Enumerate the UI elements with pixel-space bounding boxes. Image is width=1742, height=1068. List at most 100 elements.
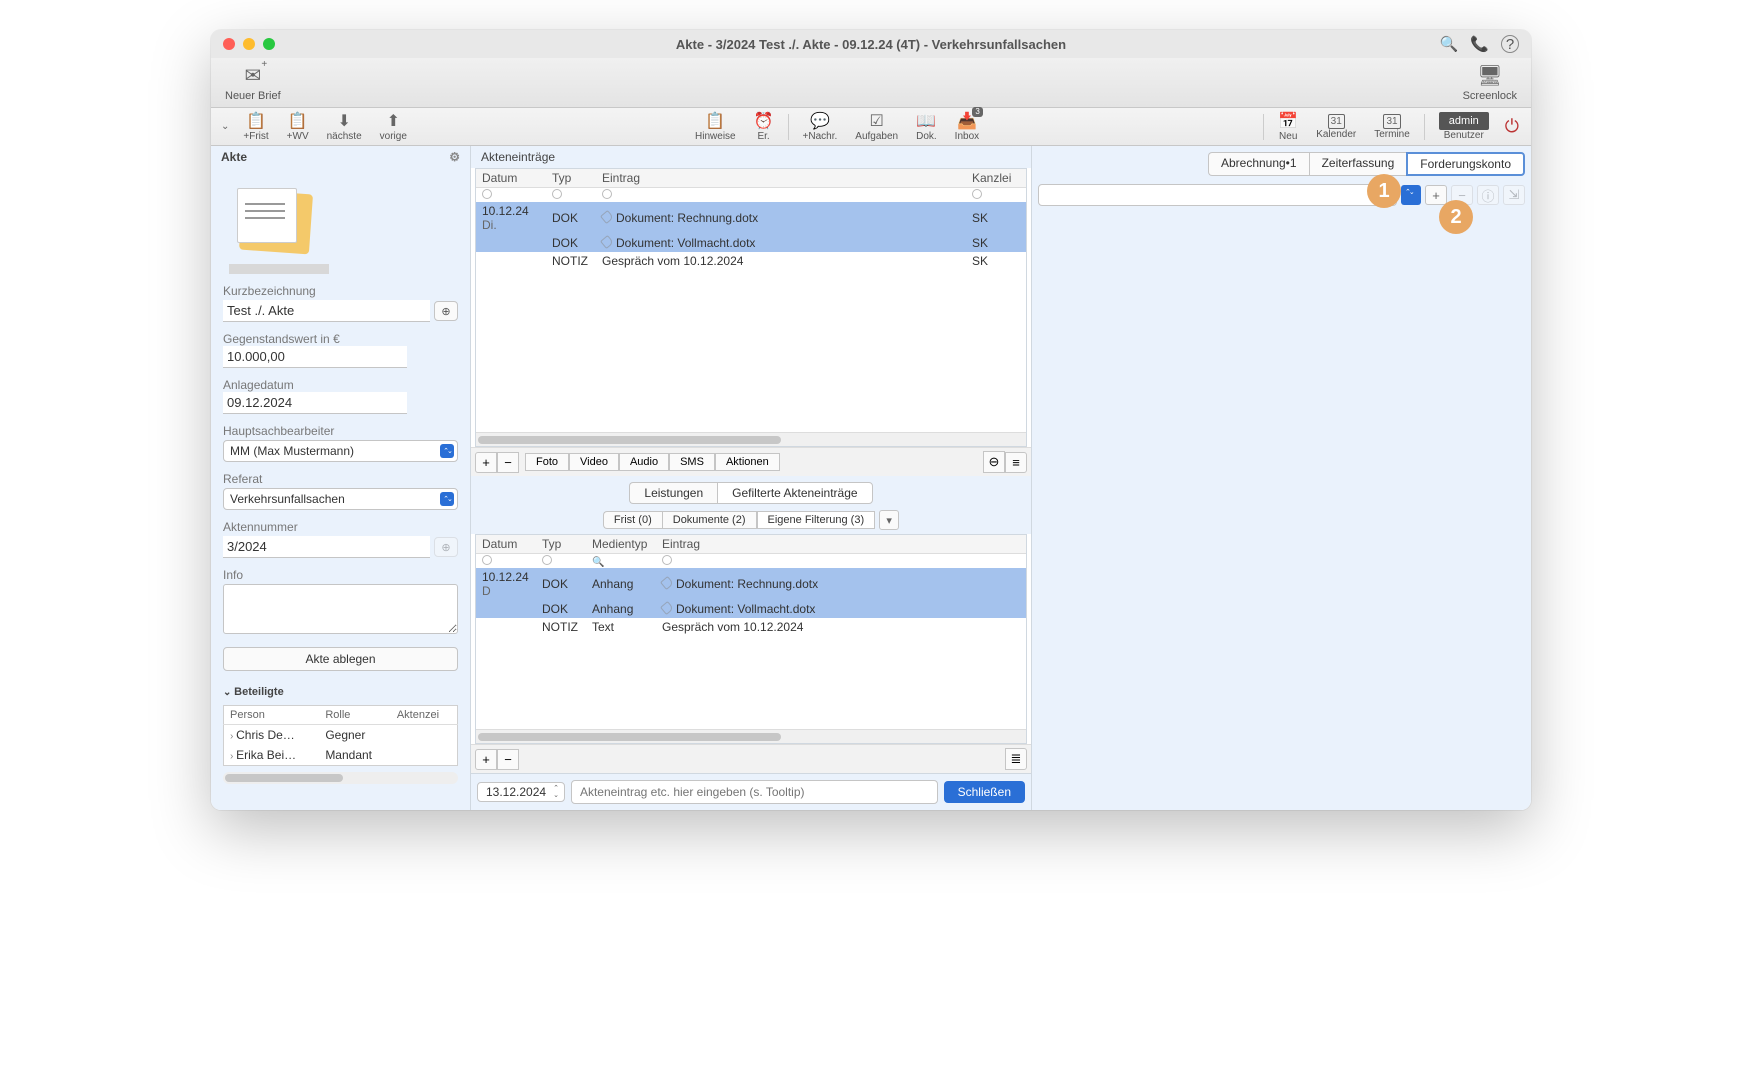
abrechnung-tab[interactable]: Abrechnung•1 xyxy=(1208,152,1309,176)
segment-row-2: Frist (0) Dokumente (2) Eigene Filterung… xyxy=(471,510,1031,534)
zoom-window[interactable] xyxy=(263,38,275,50)
help-icon[interactable]: ? xyxy=(1501,35,1519,53)
aktionen-button[interactable]: Aktionen xyxy=(715,453,780,471)
beteiligte-section-header[interactable]: Beteiligte xyxy=(223,683,458,701)
filtered-list-button[interactable]: ≣ xyxy=(1005,748,1027,770)
sidebar-hscroll[interactable] xyxy=(223,772,458,784)
table-row[interactable]: 10.12.24 Di.DOKDokument: Rechnung.dotxSK xyxy=(476,202,1026,234)
table-row[interactable]: 10.12.24 DDOKAnhangDokument: Rechnung.do… xyxy=(476,568,1026,600)
quick-entry-input[interactable] xyxy=(571,780,938,804)
filter-datum[interactable] xyxy=(482,189,492,199)
list-action-button[interactable]: ≡ xyxy=(1005,452,1027,473)
filter-kanzlei[interactable] xyxy=(972,189,982,199)
naechste-button[interactable]: ⬇nächste xyxy=(319,111,370,142)
add-filtered-button[interactable]: + xyxy=(475,749,497,770)
phone-icon[interactable]: 📞 xyxy=(1470,35,1489,53)
neuer-brief-button[interactable]: ✉︎+ Neuer Brief xyxy=(225,63,281,102)
user-menu[interactable]: adminBenutzer xyxy=(1431,112,1497,141)
logout-icon[interactable]: ⏻ xyxy=(1505,116,1519,137)
table-row[interactable]: NOTIZGespräch vom 10.12.2024SK xyxy=(476,252,1026,270)
zeiterfassung-tab[interactable]: Zeiterfassung xyxy=(1309,152,1407,176)
calendar-new-icon: 📅 xyxy=(1278,111,1298,131)
aktennummer-input[interactable] xyxy=(223,536,430,558)
vorige-button[interactable]: ⬆vorige xyxy=(372,111,415,142)
dok-button[interactable]: 📖Dok. xyxy=(908,111,945,142)
table-row[interactable]: NOTIZTextGespräch vom 10.12.2024 xyxy=(476,618,1026,636)
forderung-select[interactable] xyxy=(1401,185,1421,205)
frist-filter[interactable]: Frist (0) xyxy=(603,511,662,529)
expand-toggle[interactable]: ⌄ xyxy=(217,121,233,132)
remove-filtered-button[interactable]: − xyxy=(497,749,519,770)
sms-button[interactable]: SMS xyxy=(669,453,715,471)
er-button[interactable]: ⏰Er. xyxy=(746,111,782,142)
user-badge: admin xyxy=(1439,112,1489,130)
dokumente-filter[interactable]: Dokumente (2) xyxy=(662,511,757,529)
forderung-info-button[interactable]: ⓘ xyxy=(1477,185,1499,205)
aktennummer-extra-button[interactable]: ⊕ xyxy=(434,537,458,557)
inbox-icon: 📥3 xyxy=(957,111,977,131)
step-down-icon[interactable]: ⌄ xyxy=(550,792,562,799)
gear-icon[interactable]: ⚙ xyxy=(449,150,460,164)
schliessen-button[interactable]: Schließen xyxy=(944,781,1025,803)
forderungskonto-tab[interactable]: Forderungskonto xyxy=(1406,152,1525,176)
hinweise-button[interactable]: 📋Hinweise xyxy=(687,111,744,142)
table-row[interactable]: DOKDokument: Vollmacht.dotxSK xyxy=(476,234,1026,252)
bottom-row: 13.12.2024 ⌃⌄ Schließen xyxy=(471,773,1031,810)
add-time-button[interactable]: ⊕ xyxy=(434,301,458,321)
close-window[interactable] xyxy=(223,38,235,50)
aufgaben-button[interactable]: ☑Aufgaben xyxy=(847,111,906,142)
termine-button[interactable]: 31Termine xyxy=(1366,114,1418,140)
filtered-hscroll[interactable] xyxy=(476,729,1026,743)
filter2-eintrag[interactable] xyxy=(662,555,672,565)
step-up-icon[interactable]: ⌃ xyxy=(550,785,562,792)
circle-action-button[interactable]: ⊖ xyxy=(983,451,1005,473)
chevron-updown-icon xyxy=(440,492,454,506)
filter2-datum[interactable] xyxy=(482,555,492,565)
table-row[interactable]: Chris De…Gegner xyxy=(224,725,458,746)
table-row[interactable]: DOKAnhangDokument: Vollmacht.dotx xyxy=(476,600,1026,618)
annotation-2: 2 xyxy=(1439,200,1473,234)
paperclip-icon xyxy=(660,601,674,615)
segment-row-1: Leistungen Gefilterte Akteneinträge xyxy=(471,476,1031,510)
screenlock-button[interactable]: 🖥 Screenlock xyxy=(1463,63,1517,102)
forderung-export-button[interactable]: ⇲ xyxy=(1503,185,1525,205)
anlagedatum-input[interactable] xyxy=(223,392,407,414)
filter-eintrag[interactable] xyxy=(602,189,612,199)
entries-action-bar: + − Foto Video Audio SMS Aktionen ⊖ ≡ xyxy=(471,447,1031,476)
table-row[interactable]: Erika Bei…Mandant xyxy=(224,745,458,766)
clipboard-plus-icon: 📋 xyxy=(246,111,266,131)
entries-hscroll[interactable] xyxy=(476,432,1026,446)
info-textarea[interactable] xyxy=(223,584,458,634)
entries-table: Datum Typ Eintrag Kanzlei 10.12.24 Di.DO… xyxy=(476,169,1026,270)
akte-ablegen-button[interactable]: Akte ablegen xyxy=(223,647,458,671)
remove-entry-button[interactable]: − xyxy=(497,452,519,473)
gegenstandswert-input[interactable] xyxy=(223,346,407,368)
entry-date-stepper[interactable]: 13.12.2024 ⌃⌄ xyxy=(477,782,565,802)
search-small-icon[interactable]: 🔍 xyxy=(592,557,604,568)
foto-button[interactable]: Foto xyxy=(525,453,569,471)
search-icon[interactable]: 🔍 xyxy=(1440,35,1459,53)
forderung-add-button[interactable]: + xyxy=(1425,185,1447,205)
paperclip-icon xyxy=(600,210,614,224)
audio-button[interactable]: Audio xyxy=(619,453,669,471)
inbox-button[interactable]: 📥3Inbox xyxy=(947,111,987,142)
filter2-typ[interactable] xyxy=(542,555,552,565)
funnel-icon[interactable]: ▾ xyxy=(879,510,899,530)
forderung-search-input[interactable] xyxy=(1038,184,1397,206)
wv-button[interactable]: 📋+WV xyxy=(279,111,317,142)
video-button[interactable]: Video xyxy=(569,453,619,471)
frist-button[interactable]: 📋+Frist xyxy=(235,111,276,142)
leistungen-tab[interactable]: Leistungen xyxy=(629,482,717,504)
referat-select[interactable]: Verkehrsunfallsachen xyxy=(223,488,458,510)
gefilterte-tab[interactable]: Gefilterte Akteneinträge xyxy=(717,482,872,504)
add-entry-button[interactable]: + xyxy=(475,452,497,473)
kurzbezeichnung-input[interactable] xyxy=(223,300,430,322)
filter-typ[interactable] xyxy=(552,189,562,199)
kalender-button[interactable]: 31Kalender xyxy=(1308,114,1364,140)
chevron-updown-icon xyxy=(440,444,454,458)
nachr-button[interactable]: 💬+Nachr. xyxy=(795,111,846,142)
neu-button[interactable]: 📅Neu xyxy=(1270,111,1306,142)
minimize-window[interactable] xyxy=(243,38,255,50)
eigene-filter[interactable]: Eigene Filterung (3) xyxy=(757,511,876,529)
hauptsachbearbeiter-select[interactable]: MM (Max Mustermann) xyxy=(223,440,458,462)
